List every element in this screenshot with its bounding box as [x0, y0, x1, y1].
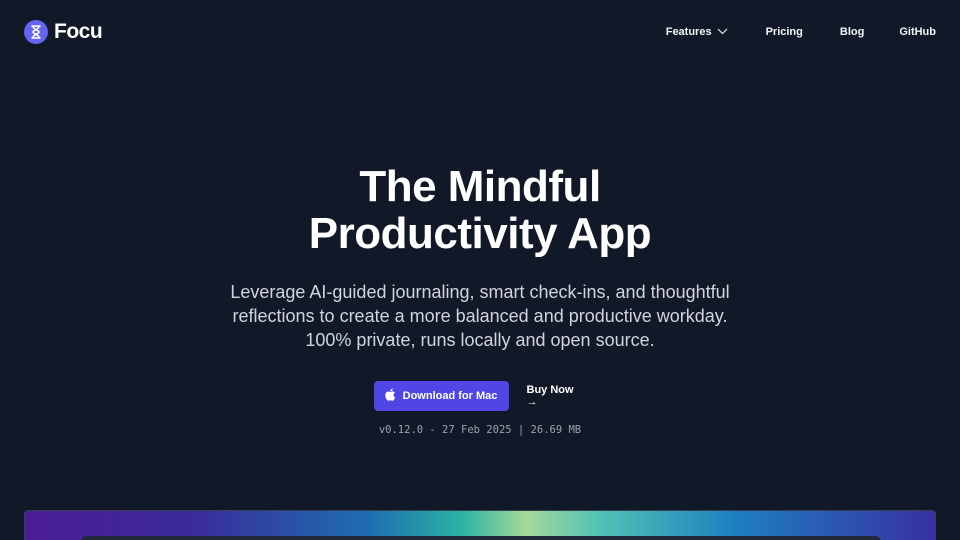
download-button-label: Download for Mac: [402, 390, 498, 402]
buy-now-link[interactable]: Buy Now →: [527, 384, 587, 408]
brand-logo[interactable]: Focu: [24, 19, 103, 45]
download-for-mac-button[interactable]: Download for Mac: [373, 381, 509, 411]
nav-item-features[interactable]: Features: [666, 26, 728, 38]
chevron-down-icon: [717, 26, 728, 38]
nav-item-label: Features: [665, 26, 712, 38]
nav-item-pricing[interactable]: Pricing: [766, 26, 803, 38]
hero-subtitle-line: reflections to create a more balanced an…: [232, 306, 728, 326]
release-info: v0.12.0 - 27 Feb 2025 | 26.69 MB: [378, 424, 582, 436]
hero-title-line: Productivity App: [308, 209, 652, 258]
app-preview-image: [24, 510, 936, 540]
hero-subtitle: Leverage AI-guided journaling, smart che…: [0, 280, 960, 352]
hero-title: The Mindful Productivity App: [0, 163, 960, 257]
brand-name: Focu: [54, 20, 103, 43]
hero-title-line: The Mindful: [359, 162, 601, 211]
apple-icon: [384, 388, 396, 404]
nav-item-github[interactable]: GitHub: [899, 26, 936, 38]
nav-links: Features Pricing Blog GitHub: [666, 24, 936, 40]
nav-item-blog[interactable]: Blog: [840, 26, 864, 38]
app-window-preview: [81, 536, 881, 540]
hourglass-icon: [24, 20, 48, 44]
top-navbar: Focu Features Pricing Blog GitHub: [0, 0, 960, 64]
hero-subtitle-line: Leverage AI-guided journaling, smart che…: [230, 282, 730, 302]
hero-subtitle-line: 100% private, runs locally and open sour…: [305, 330, 655, 350]
cta-group: Download for Mac Buy Now →: [0, 381, 960, 411]
